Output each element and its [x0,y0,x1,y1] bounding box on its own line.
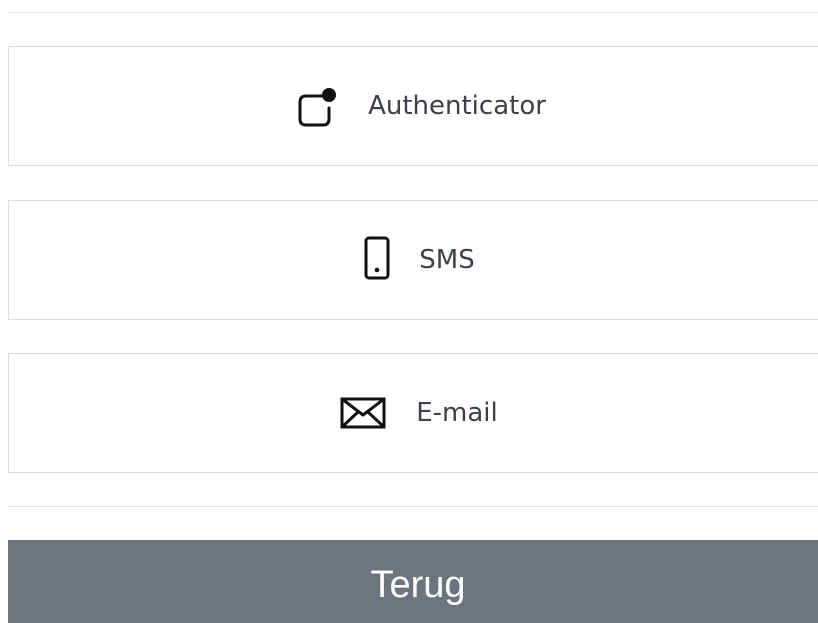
phone-icon [361,234,393,286]
email-label: E-mail [416,398,498,428]
bottom-divider [8,506,818,507]
top-divider [8,12,818,13]
sms-option[interactable]: SMS [8,200,818,320]
back-button[interactable]: Terug [8,540,818,623]
email-option[interactable]: E-mail [8,353,818,473]
authenticator-option-content: Authenticator [290,82,546,130]
mfa-method-page: Authenticator SMS E-mail Terug [0,0,818,623]
sms-label: SMS [419,245,475,275]
envelope-icon [338,394,390,432]
authenticator-label: Authenticator [368,91,546,121]
email-option-content: E-mail [338,394,498,432]
authenticator-icon [290,82,342,130]
authenticator-option[interactable]: Authenticator [8,46,818,166]
sms-option-content: SMS [361,234,475,286]
